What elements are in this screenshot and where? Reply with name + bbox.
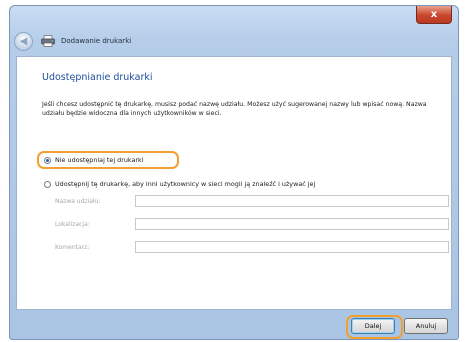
back-button[interactable]: ◀ — [14, 31, 33, 51]
printer-icon — [41, 35, 55, 47]
close-icon: x — [430, 9, 438, 20]
share-name-field[interactable] — [135, 195, 449, 207]
cancel-button[interactable]: Anuluj — [404, 318, 448, 334]
radio-selected-dot — [46, 158, 49, 162]
location-label: Lokalizacja: — [55, 221, 90, 228]
share-radio[interactable] — [44, 180, 51, 188]
add-printer-window: x ◀ Dodawanie drukarki Udostępnianie dru… — [9, 5, 459, 340]
comment-field[interactable] — [135, 241, 449, 253]
wizard-content: Udostępnianie drukarki Jeśli chcesz udos… — [16, 56, 452, 310]
no-share-label: Nie udostępniaj tej drukarki — [55, 156, 144, 164]
no-share-radio[interactable] — [44, 156, 51, 164]
wizard-title: Dodawanie drukarki — [61, 37, 132, 45]
share-option[interactable]: Udostępnij tę drukarkę, aby inni użytkow… — [44, 180, 315, 188]
comment-label: Komentarz: — [55, 244, 90, 251]
share-name-label: Nazwa udziału: — [55, 198, 101, 205]
no-share-option[interactable]: Nie udostępniaj tej drukarki — [44, 156, 144, 164]
page-title: Udostępnianie drukarki — [42, 72, 153, 83]
share-label: Udostępnij tę drukarkę, aby inni użytkow… — [55, 180, 316, 188]
location-field[interactable] — [135, 218, 449, 230]
wizard-header: ◀ Dodawanie drukarki — [14, 28, 452, 54]
next-button[interactable]: Dalej — [351, 318, 395, 334]
page-description: Jeśli chcesz udostępnić tę drukarkę, mus… — [42, 101, 427, 117]
back-arrow-icon: ◀ — [19, 35, 28, 47]
close-button[interactable]: x — [416, 6, 452, 24]
